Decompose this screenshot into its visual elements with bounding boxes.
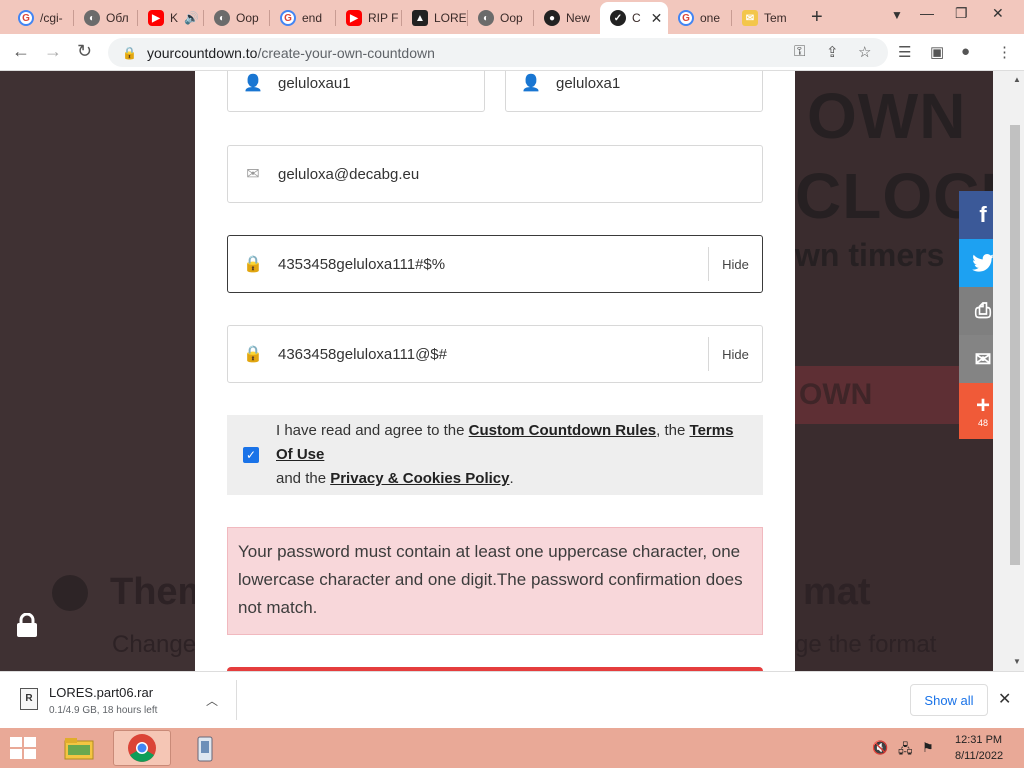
folder-icon <box>64 738 94 760</box>
password-confirm-field[interactable]: 🔒 4363458geluloxa111@$# Hide <box>227 325 763 383</box>
app-task[interactable] <box>176 730 234 766</box>
twitter-icon <box>972 254 994 272</box>
device-icon <box>197 736 213 762</box>
scroll-up-icon[interactable]: ▲ <box>1013 75 1021 84</box>
tab[interactable]: ● New <box>534 4 600 32</box>
share-icon[interactable]: ⇪ <box>826 43 839 61</box>
scroll-down-icon[interactable]: ▼ <box>1013 657 1021 666</box>
tab[interactable]: G end <box>270 4 336 32</box>
chrome-icon <box>128 734 156 762</box>
windows-start-icon[interactable] <box>8 734 38 762</box>
email-field[interactable]: ✉ geluloxa@decabg.eu <box>227 145 763 203</box>
chevron-up-icon[interactable]: ︿ <box>206 692 218 709</box>
address-bar[interactable]: 🔒 yourcountdown.to/create-your-own-count… <box>108 38 888 67</box>
file-explorer-task[interactable] <box>50 730 108 766</box>
network-icon[interactable]: 🖧 <box>898 740 913 762</box>
volume-muted-icon[interactable]: 🔇 <box>872 740 888 756</box>
check-circle-icon <box>52 575 88 611</box>
registration-form: 👤 geluloxau1 👤 geluloxa1 ✉ geluloxa@deca… <box>195 71 795 671</box>
action-center-icon[interactable]: ⚑ <box>922 740 934 756</box>
chrome-task[interactable] <box>113 730 171 766</box>
facebook-icon: f <box>979 202 987 227</box>
profile-icon[interactable]: ● <box>961 43 970 60</box>
hide-password-confirm-button[interactable]: Hide <box>708 337 762 371</box>
password-field[interactable]: 🔒 4353458geluloxa111#$% Hide <box>227 235 763 293</box>
download-bar: R LORES.part06.rar 0.1/4.9 GB, 18 hours … <box>0 671 1024 728</box>
plus-icon: + <box>975 392 990 419</box>
youtube-icon: ▶ <box>346 10 362 26</box>
countdown-icon: ✓ <box>610 10 626 26</box>
star-icon[interactable]: ☆ <box>858 43 871 61</box>
user-icon: 👤 <box>243 75 263 92</box>
drive-icon: ▲ <box>412 10 428 26</box>
tab[interactable]: ✉ Tem <box>732 4 798 32</box>
opera-icon: ◐ <box>84 10 100 26</box>
tab[interactable]: ▶ RIP F <box>336 4 402 32</box>
privacy-link[interactable]: Privacy & Cookies Policy <box>330 470 509 487</box>
envelope-icon: ✉ <box>246 166 260 183</box>
tab[interactable]: ◐ Обл <box>74 4 138 32</box>
tab-active[interactable]: ✓ C ✕ <box>600 2 668 34</box>
divider <box>236 680 237 720</box>
new-tab-icon[interactable]: + <box>811 6 823 29</box>
github-icon: ● <box>544 10 560 26</box>
tab[interactable]: G one <box>668 4 732 32</box>
hide-password-button[interactable]: Hide <box>708 247 762 281</box>
youtube-icon: ▶ <box>148 10 164 26</box>
tab-strip: G /cgi- ◐ Обл ▶ K 🔊 ◐ Oop G end ▶ RIP F … <box>0 0 1024 34</box>
forward-icon[interactable]: → <box>44 41 62 62</box>
close-tab-icon[interactable]: ✕ <box>651 10 663 27</box>
google-icon: G <box>280 10 296 26</box>
first-name-field[interactable]: 👤 geluloxau1 <box>227 71 485 112</box>
key-icon[interactable]: ⚿ <box>794 43 805 60</box>
close-icon[interactable]: ✕ <box>998 689 1011 709</box>
google-icon: G <box>18 10 34 26</box>
side-panel-icon[interactable]: ▣ <box>930 43 944 61</box>
scrollbar[interactable]: ▲ ▼ <box>993 71 1024 671</box>
rules-link[interactable]: Custom Countdown Rules <box>469 422 657 439</box>
lock-icon[interactable]: 🔒 <box>122 46 137 60</box>
tab[interactable]: ▲ LORE <box>402 4 468 32</box>
restore-icon[interactable]: ❐ <box>955 5 968 22</box>
opera-icon: ◐ <box>478 10 494 26</box>
opera-icon: ◐ <box>214 10 230 26</box>
reading-list-icon[interactable]: ☰ <box>898 43 911 61</box>
close-window-icon[interactable]: ✕ <box>992 5 1004 22</box>
tab[interactable]: ◐ Oop <box>468 4 534 32</box>
back-icon[interactable]: ← <box>12 41 30 62</box>
printer-icon: ⎙ <box>975 299 991 322</box>
windows-taskbar: 🔇 🖧 ⚑ 12:31 PM 8/11/2022 <box>0 728 1024 768</box>
lock-icon[interactable] <box>16 613 38 637</box>
rar-file-icon: R <box>20 688 38 710</box>
browser-toolbar: ← → ↻ 🔒 yourcountdown.to/create-your-own… <box>0 34 1024 71</box>
scroll-thumb[interactable] <box>1010 125 1020 565</box>
reload-icon[interactable]: ↻ <box>77 41 92 62</box>
page-viewport: OWN CLOCK wn timers OWN mat ge the forma… <box>0 71 993 671</box>
agree-text: I have read and agree to the Custom Coun… <box>276 422 734 487</box>
user-icon: 👤 <box>521 75 541 92</box>
speaker-icon[interactable]: 🔊 <box>184 11 199 25</box>
minimize-icon[interactable]: — <box>920 5 934 21</box>
lock-icon: 🔒 <box>243 346 263 363</box>
tab[interactable]: ▶ K 🔊 <box>138 4 204 32</box>
lock-icon: 🔒 <box>243 256 263 273</box>
error-message: Your password must contain at least one … <box>227 527 763 635</box>
show-all-button[interactable]: Show all <box>910 684 988 716</box>
envelope-icon: ✉ <box>974 348 992 371</box>
tab[interactable]: G /cgi- <box>8 4 74 32</box>
agree-checkbox[interactable]: ✓ <box>243 447 259 463</box>
menu-icon[interactable]: ⋮ <box>997 43 1012 61</box>
chevron-down-icon[interactable]: ▼ <box>891 8 903 22</box>
google-icon: G <box>678 10 694 26</box>
yahoo-icon: ✉ <box>742 10 758 26</box>
tab[interactable]: ◐ Oop <box>204 4 270 32</box>
last-name-field[interactable]: 👤 geluloxa1 <box>505 71 763 112</box>
terms-agreement: ✓ I have read and agree to the Custom Co… <box>227 415 763 495</box>
